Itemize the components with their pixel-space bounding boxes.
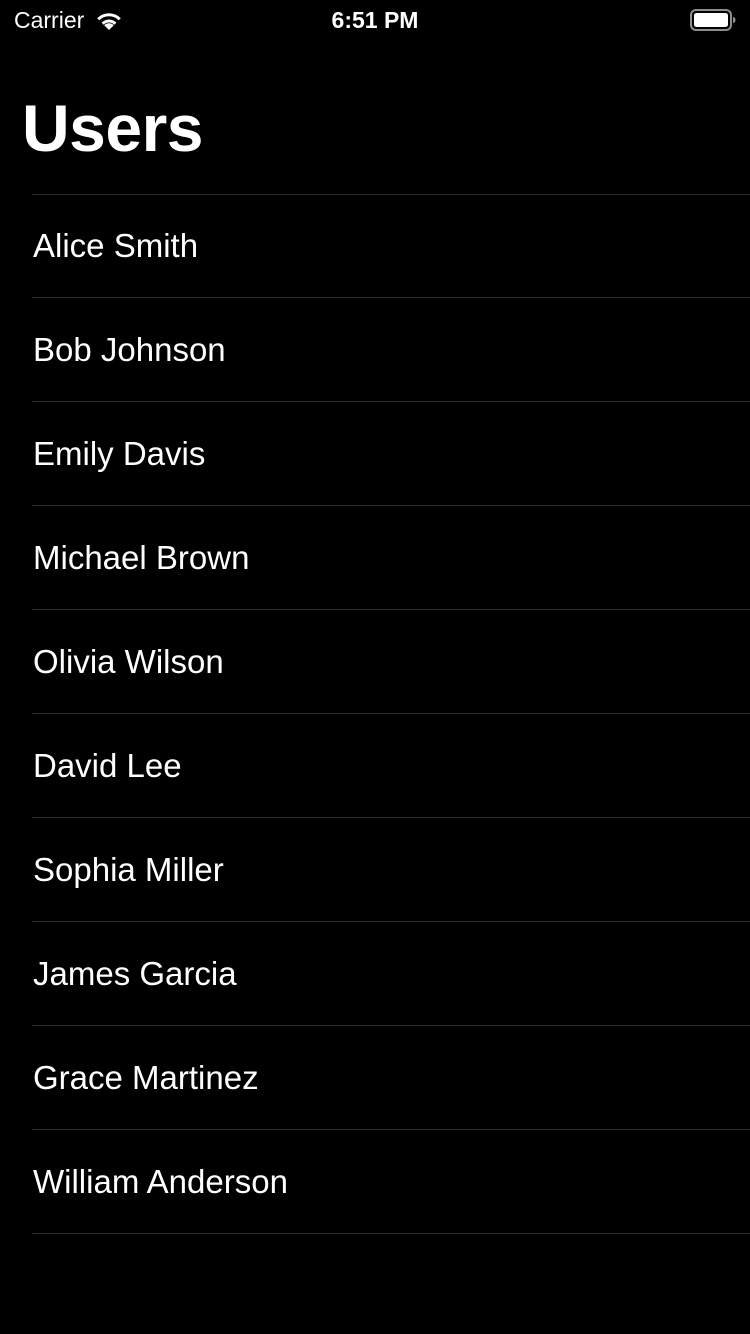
user-row[interactable]: Emily Davis xyxy=(32,402,750,506)
user-row[interactable]: Olivia Wilson xyxy=(32,610,750,714)
battery-icon xyxy=(690,9,736,31)
user-name: Bob Johnson xyxy=(33,330,226,368)
user-row[interactable]: David Lee xyxy=(32,714,750,818)
user-name: Olivia Wilson xyxy=(33,642,224,680)
user-row[interactable]: Sophia Miller xyxy=(32,818,750,922)
user-name: Michael Brown xyxy=(33,538,250,576)
user-row[interactable]: James Garcia xyxy=(32,922,750,1026)
user-name: Sophia Miller xyxy=(33,850,224,888)
status-time: 6:51 PM xyxy=(331,7,419,33)
user-row[interactable]: Michael Brown xyxy=(32,506,750,610)
user-row[interactable]: Grace Martinez xyxy=(32,1026,750,1130)
user-name: Grace Martinez xyxy=(33,1058,259,1096)
user-name: Emily Davis xyxy=(33,434,206,472)
user-name: James Garcia xyxy=(33,954,237,992)
user-list: Alice Smith Bob Johnson Emily Davis Mich… xyxy=(0,194,750,1234)
user-name: David Lee xyxy=(33,746,182,784)
user-row[interactable]: Alice Smith xyxy=(32,194,750,298)
user-row[interactable]: Bob Johnson xyxy=(32,298,750,402)
user-name: William Anderson xyxy=(33,1162,288,1200)
user-row[interactable]: William Anderson xyxy=(32,1130,750,1234)
page-title: Users xyxy=(22,91,203,165)
user-name: Alice Smith xyxy=(33,226,199,264)
status-bar: Carrier 6:51 PM xyxy=(0,0,750,40)
